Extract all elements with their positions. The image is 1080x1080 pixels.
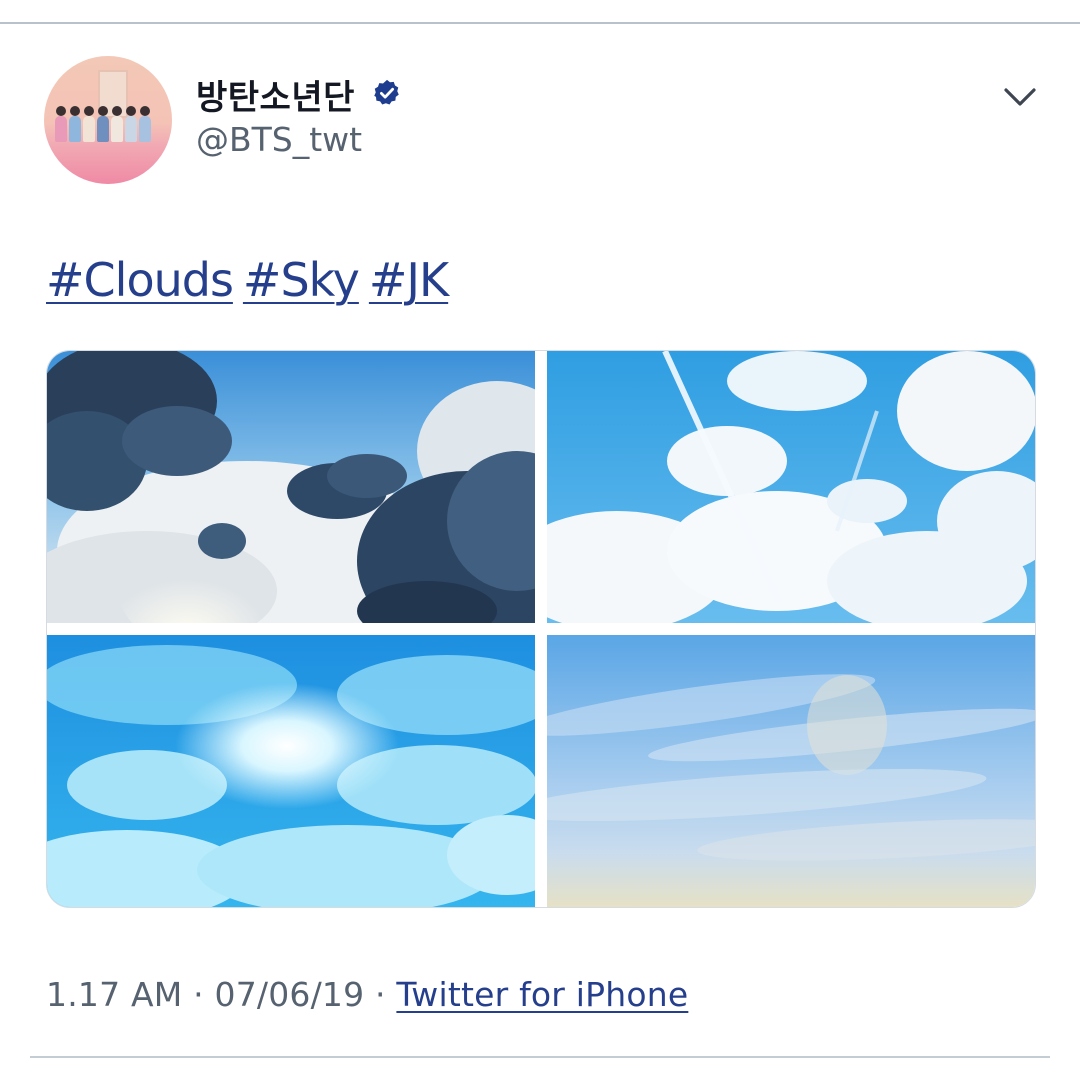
hashtag-clouds[interactable]: #Clouds: [46, 253, 234, 307]
author-handle[interactable]: @BTS_twt: [196, 120, 362, 159]
hashtag-sky[interactable]: #Sky: [243, 253, 360, 307]
tweet-date: 07/06/19: [214, 975, 365, 1014]
author-display-name[interactable]: 방탄소년단: [196, 70, 355, 119]
chevron-down-icon[interactable]: [1000, 82, 1040, 112]
hashtag-jk[interactable]: #JK: [369, 253, 449, 307]
verified-badge-icon: [374, 79, 399, 105]
tweet-screenshot: 방탄소년단 @BTS_twt #Clouds #Sky #JK 1.17 AM …: [0, 0, 1080, 1080]
top-divider: [0, 22, 1080, 24]
tweet-meta: 1.17 AM · 07/06/19 · Twitter for iPhone: [46, 975, 688, 1014]
tweet-time: 1.17 AM: [46, 975, 183, 1014]
tweet-text: #Clouds #Sky #JK: [46, 253, 458, 307]
bottom-divider: [30, 1056, 1050, 1058]
meta-separator: ·: [364, 975, 397, 1014]
sky-photo-bright-clouds[interactable]: [47, 635, 535, 907]
meta-separator: ·: [182, 975, 215, 1014]
sky-photo-contrails[interactable]: [547, 351, 1035, 623]
profile-avatar[interactable]: [44, 56, 172, 184]
tweet-source-link[interactable]: Twitter for iPhone: [396, 975, 688, 1014]
sky-photo-dark-clouds[interactable]: [47, 351, 535, 623]
sky-photo-pale-sky[interactable]: [547, 635, 1035, 907]
media-grid: [46, 350, 1036, 908]
